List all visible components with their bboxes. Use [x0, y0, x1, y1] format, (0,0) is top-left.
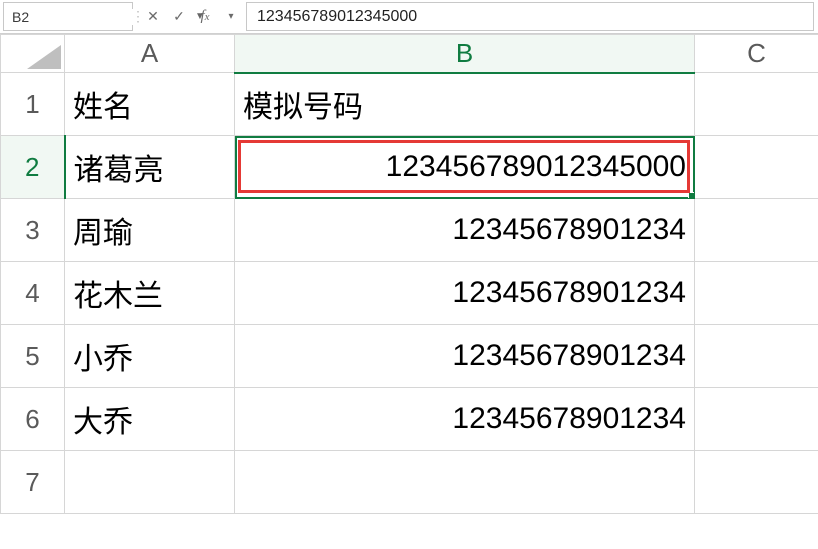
- cell-C5[interactable]: [695, 325, 818, 388]
- name-box[interactable]: ▼: [3, 2, 133, 31]
- row-header-4[interactable]: 4: [1, 262, 65, 325]
- column-header-A[interactable]: A: [65, 35, 235, 73]
- cell-B4[interactable]: 12345678901234: [235, 262, 695, 325]
- row-header-6[interactable]: 6: [1, 388, 65, 451]
- row-header-2[interactable]: 2: [1, 136, 65, 199]
- cell-C1[interactable]: [695, 73, 818, 136]
- table-row: 2 诸葛亮 123456789012345000: [1, 136, 818, 199]
- cell-A1[interactable]: 姓名: [65, 73, 235, 136]
- select-all-icon: [27, 45, 61, 69]
- cell-A4[interactable]: 花木兰: [65, 262, 235, 325]
- cell-B7[interactable]: [235, 451, 695, 514]
- table-row: 4 花木兰 12345678901234: [1, 262, 818, 325]
- select-all-corner[interactable]: [1, 35, 65, 73]
- cell-C6[interactable]: [695, 388, 818, 451]
- table-row: 1 姓名 模拟号码: [1, 73, 818, 136]
- cell-C3[interactable]: [695, 199, 818, 262]
- cell-C2[interactable]: [695, 136, 818, 199]
- enter-button[interactable]: ✓: [166, 0, 192, 33]
- column-header-B[interactable]: B: [235, 35, 695, 73]
- spreadsheet: A B C 1 姓名 模拟号码 2 诸葛亮 123456789012345000…: [0, 34, 818, 514]
- table-row: 6 大乔 12345678901234: [1, 388, 818, 451]
- cancel-button[interactable]: ✕: [140, 0, 166, 33]
- fx-icon[interactable]: fx: [192, 0, 218, 33]
- cell-B3[interactable]: 12345678901234: [235, 199, 695, 262]
- table-row: 7: [1, 451, 818, 514]
- formula-input[interactable]: [257, 8, 803, 26]
- cell-A6[interactable]: 大乔: [65, 388, 235, 451]
- cell-C4[interactable]: [695, 262, 818, 325]
- formula-input-wrap[interactable]: [246, 2, 814, 31]
- column-header-C[interactable]: C: [695, 35, 818, 73]
- cell-B5[interactable]: 12345678901234: [235, 325, 695, 388]
- chevron-down-icon[interactable]: ▾: [218, 0, 244, 33]
- cell-A7[interactable]: [65, 451, 235, 514]
- table-row: 5 小乔 12345678901234: [1, 325, 818, 388]
- cell-B6[interactable]: 12345678901234: [235, 388, 695, 451]
- cell-A3[interactable]: 周瑜: [65, 199, 235, 262]
- row-header-5[interactable]: 5: [1, 325, 65, 388]
- cell-C7[interactable]: [695, 451, 818, 514]
- column-header-row: A B C: [1, 35, 818, 73]
- formula-bar: ▼ ⋮ ✕ ✓ fx ▾: [0, 0, 818, 34]
- grid: A B C 1 姓名 模拟号码 2 诸葛亮 123456789012345000…: [0, 34, 818, 514]
- row-header-3[interactable]: 3: [1, 199, 65, 262]
- cell-A5[interactable]: 小乔: [65, 325, 235, 388]
- cell-B1[interactable]: 模拟号码: [235, 73, 695, 136]
- row-header-7[interactable]: 7: [1, 451, 65, 514]
- cell-B2[interactable]: 123456789012345000: [235, 136, 695, 199]
- cell-A2[interactable]: 诸葛亮: [65, 136, 235, 199]
- table-row: 3 周瑜 12345678901234: [1, 199, 818, 262]
- row-header-1[interactable]: 1: [1, 73, 65, 136]
